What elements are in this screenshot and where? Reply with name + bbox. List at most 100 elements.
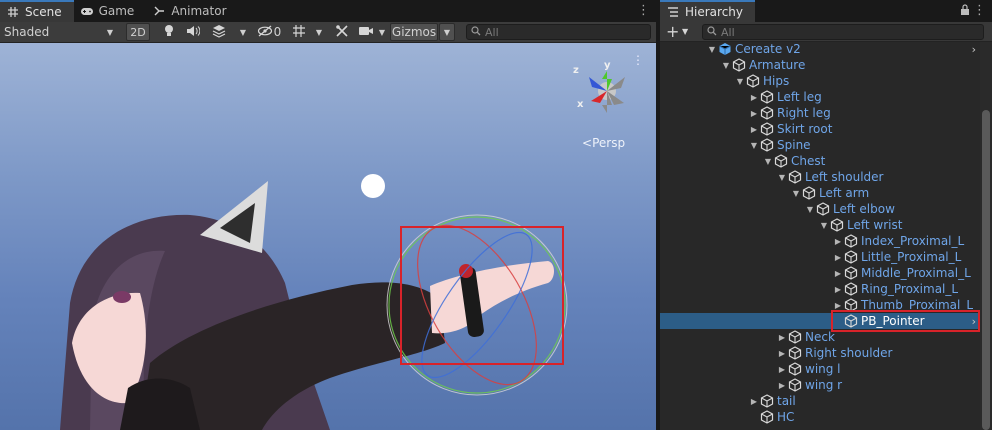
hierarchy-row-label: Right shoulder [805, 346, 893, 360]
chevron-right-icon[interactable]: ▶ [832, 265, 844, 281]
tab-hierarchy[interactable]: Hierarchy [660, 0, 756, 22]
gameobject-cube-icon [844, 314, 858, 328]
camera-button[interactable] [356, 23, 376, 41]
chevron-down-icon[interactable]: ▼ [804, 201, 816, 217]
chevron-right-icon[interactable]: ▶ [748, 105, 760, 121]
chevron-right-icon[interactable]: ▶ [832, 233, 844, 249]
chevron-down-icon[interactable]: ▼ [818, 217, 830, 233]
kebab-menu-icon[interactable]: ⋮ [637, 4, 650, 17]
chevron-right-icon[interactable]: ▶ [776, 329, 788, 345]
camera-dropdown[interactable]: ▼ [376, 23, 388, 41]
gameobject-cube-icon [844, 282, 858, 296]
chevron-right-icon[interactable]: ▶ [832, 249, 844, 265]
projection-toggle[interactable]: <Persp [582, 136, 625, 150]
kebab-menu-icon[interactable]: ⋮ [632, 53, 644, 67]
grid-snapping-button[interactable] [288, 23, 310, 41]
lock-icon[interactable] [960, 4, 970, 19]
chevron-right-icon[interactable]: › [972, 43, 976, 56]
chevron-down-icon[interactable]: ▼ [706, 41, 718, 57]
chevron-down-icon[interactable]: ▼ [776, 169, 788, 185]
chevron-right-icon[interactable]: ▶ [748, 393, 760, 409]
hierarchy-row[interactable]: ▶ Right leg [660, 105, 980, 121]
hierarchy-row[interactable]: ▶ Middle_Proximal_L [660, 265, 980, 281]
hierarchy-row[interactable]: ▶ Neck [660, 329, 980, 345]
chevron-down-icon: ▼ [378, 27, 386, 37]
hierarchy-row[interactable]: ▶ Left leg [660, 89, 980, 105]
chevron-down-icon[interactable]: ▼ [734, 73, 746, 89]
hierarchy-row[interactable]: ▼ Chest [660, 153, 980, 169]
gameobject-cube-icon [788, 378, 802, 392]
hierarchy-row[interactable]: HC [660, 409, 980, 425]
chevron-right-icon[interactable]: ▶ [748, 89, 760, 105]
kebab-menu-icon[interactable]: ⋮ [973, 4, 986, 17]
scene-search[interactable] [466, 24, 651, 40]
chevron-down-icon[interactable]: ▼ [762, 153, 774, 169]
scrollbar-thumb[interactable] [982, 110, 990, 430]
hierarchy-row[interactable]: ▶ Right shoulder [660, 345, 980, 361]
hierarchy-row[interactable]: ▶ wing r [660, 377, 980, 393]
hierarchy-search-input[interactable] [721, 25, 961, 39]
toggle-2d-button[interactable]: 2D [126, 23, 150, 41]
gizmos-dropdown[interactable]: ▼ [439, 23, 455, 41]
hierarchy-row[interactable]: ▼ Hips [660, 73, 980, 89]
shading-mode-dropdown[interactable]: Shaded ▼ [4, 23, 116, 41]
hierarchy-row[interactable]: ▶ Thumb_Proximal_L [660, 297, 980, 313]
hierarchy-row[interactable]: ▼ Left arm [660, 185, 980, 201]
chevron-down-icon[interactable]: ▼ [748, 137, 760, 153]
effects-toggle-button[interactable] [208, 23, 230, 41]
tab-game[interactable]: Game [74, 0, 147, 22]
tab-scene[interactable]: Scene [0, 0, 74, 22]
audio-toggle-button[interactable] [183, 23, 203, 41]
hierarchy-row[interactable]: ▼ Left shoulder [660, 169, 980, 185]
scene-render [60, 71, 625, 430]
hierarchy-row[interactable]: ▼ Left elbow [660, 201, 980, 217]
gameobject-cube-icon [732, 58, 746, 72]
hierarchy-row[interactable]: ▼ Spine [660, 137, 980, 153]
chevron-down-icon[interactable]: ▼ [790, 185, 802, 201]
hierarchy-row[interactable]: ▼ Left wrist [660, 217, 980, 233]
grid-icon [292, 24, 306, 41]
hierarchy-row[interactable]: ▶ Index_Proximal_L [660, 233, 980, 249]
chevron-right-icon[interactable]: ▶ [776, 345, 788, 361]
lighting-toggle-button[interactable] [160, 23, 178, 41]
grid-dropdown[interactable]: ▼ [312, 23, 326, 41]
gameobject-cube-icon [760, 90, 774, 104]
hidden-objects-button[interactable]: 0 [254, 23, 284, 41]
chevron-down-icon[interactable]: ▼ [682, 27, 688, 36]
effects-dropdown[interactable]: ▼ [236, 23, 250, 41]
hierarchy-row-label: Left shoulder [805, 170, 884, 184]
axis-y-label: y [604, 60, 611, 71]
orientation-gizmo[interactable] [589, 71, 625, 113]
hierarchy-row[interactable]: ▶ Skirt root [660, 121, 980, 137]
gizmos-button[interactable]: Gizmos [390, 23, 438, 41]
hierarchy-scrollbar[interactable] [980, 42, 992, 430]
chevron-down-icon[interactable]: ▼ [720, 57, 732, 73]
chevron-right-icon[interactable]: ▶ [832, 297, 844, 313]
hierarchy-row[interactable]: ▶ tail [660, 393, 980, 409]
hierarchy-row-label: Little_Proximal_L [861, 250, 962, 264]
chevron-right-icon[interactable]: ▶ [832, 281, 844, 297]
chevron-right-icon[interactable]: ▶ [748, 121, 760, 137]
scene-search-input[interactable] [485, 25, 635, 39]
scene-viewport[interactable]: z y x ⋮ <Persp [0, 43, 656, 430]
hierarchy-row-label: Cereate v2 [735, 42, 801, 56]
animator-icon [152, 4, 166, 18]
character-hand [430, 261, 554, 334]
hierarchy-row[interactable]: ▶ Little_Proximal_L [660, 249, 980, 265]
chevron-down-icon: ▼ [106, 27, 113, 37]
hierarchy-row[interactable]: ▼ Armature [660, 57, 980, 73]
tab-animator[interactable]: Animator [146, 0, 238, 22]
chevron-right-icon[interactable]: ▶ [776, 361, 788, 377]
hierarchy-row-label: Chest [791, 154, 826, 168]
chevron-right-icon[interactable]: ▶ [776, 377, 788, 393]
hierarchy-row[interactable]: PB_Pointer › [660, 313, 980, 329]
hierarchy-row[interactable]: ▼ Cereate v2 › [660, 41, 980, 57]
chevron-right-icon[interactable]: › [972, 315, 976, 328]
hierarchy-search[interactable] [702, 24, 984, 40]
eye-slash-icon [257, 25, 273, 40]
hierarchy-row[interactable]: ▶ wing l [660, 361, 980, 377]
hierarchy-row-label: PB_Pointer [861, 314, 925, 328]
tools-button[interactable] [332, 23, 352, 41]
hierarchy-row[interactable]: ▶ Ring_Proximal_L [660, 281, 980, 297]
plus-icon[interactable]: + [666, 24, 679, 40]
